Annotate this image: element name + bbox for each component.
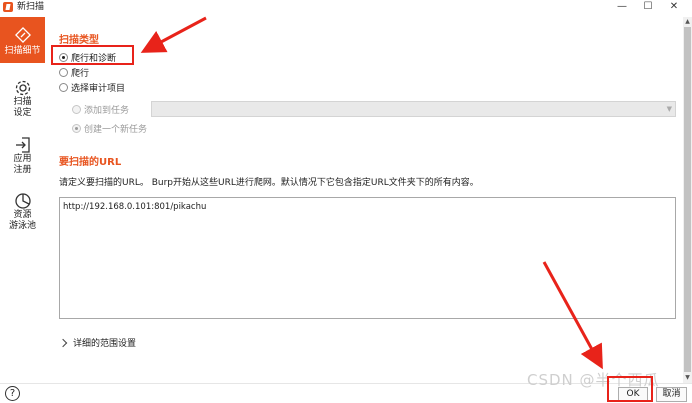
arrow-to-scan-option [140, 16, 207, 53]
new-scan-window: 新扫描 — ☐ ✕ 扫描细节 扫描 设定 应用 注册 资源 游泳池 扫描类型 爬… [0, 0, 692, 403]
arrow-to-ok [542, 261, 603, 370]
annotation-arrows [140, 16, 603, 370]
